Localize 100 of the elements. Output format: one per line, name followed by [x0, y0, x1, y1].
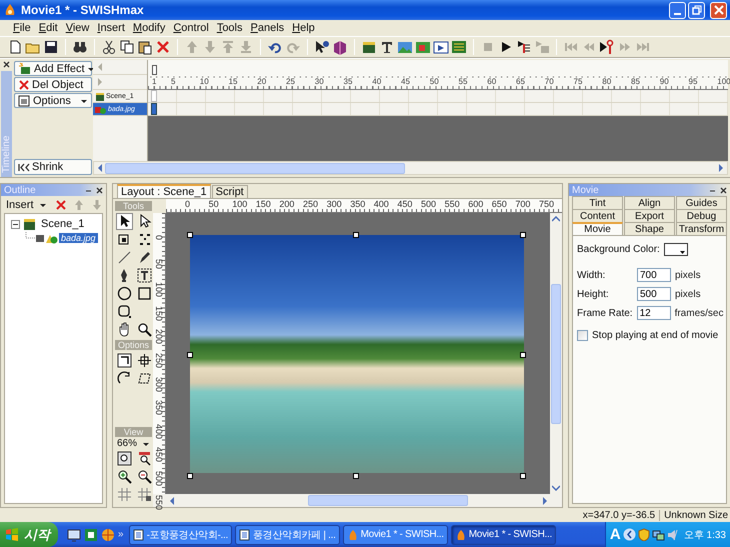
skew-icon[interactable]: [137, 371, 152, 386]
overflow-chevron[interactable]: »: [118, 529, 124, 540]
ruler-label: 650: [492, 200, 507, 209]
pointer-help-icon[interactable]: [314, 39, 330, 55]
taskbar-button[interactable]: 풍경산악회카페 | ...: [234, 524, 340, 544]
selection-handle[interactable]: [520, 473, 526, 479]
menu-item[interactable]: Modify: [128, 22, 170, 34]
scroll-up-icon[interactable]: [552, 216, 560, 222]
shrink-button[interactable]: Shrink: [14, 159, 92, 175]
keyframe-cell[interactable]: [151, 103, 157, 115]
menu-item[interactable]: Help: [288, 22, 319, 34]
taskbar-button[interactable]: Movie1 * - SWISH...: [450, 524, 556, 544]
vertical-scrollbar[interactable]: [550, 213, 562, 494]
keyframe-cell[interactable]: [151, 90, 157, 102]
selection-handle[interactable]: [520, 352, 526, 358]
text-tool-icon[interactable]: [137, 268, 152, 283]
tab[interactable]: Align: [624, 196, 675, 209]
horizontal-scrollbar[interactable]: [93, 161, 728, 175]
tab[interactable]: Script: [212, 185, 248, 198]
play-scene-icon[interactable]: [516, 39, 532, 55]
menu-item[interactable]: Tools: [212, 22, 246, 34]
menu-item[interactable]: View: [62, 22, 94, 34]
scroll-left-icon[interactable]: [97, 164, 103, 172]
tab[interactable]: Transform: [676, 222, 727, 235]
movie-icon[interactable]: [433, 39, 449, 55]
scroll-right-icon[interactable]: [542, 496, 548, 504]
tab[interactable]: Guides: [676, 196, 727, 209]
close-icon[interactable]: [96, 186, 103, 194]
expander-icon[interactable]: [11, 220, 20, 228]
color-swatch-dropdown[interactable]: [664, 242, 688, 256]
close-button[interactable]: [710, 2, 727, 18]
rectangle-icon[interactable]: [137, 286, 152, 301]
menu-item[interactable]: Control: [169, 22, 213, 34]
tab[interactable]: Layout : Scene_1: [117, 184, 211, 198]
rounded-rectangle-icon[interactable]: [117, 304, 132, 319]
tab[interactable]: Shape: [624, 222, 675, 235]
cross-icon[interactable]: [54, 198, 67, 210]
timeline-button[interactable]: Add Effect: [14, 61, 92, 76]
desktop-icon[interactable]: [67, 528, 81, 542]
tab[interactable]: Debug: [676, 209, 727, 222]
input-field[interactable]: 12: [636, 306, 671, 320]
taskbar-button[interactable]: Movie1 * - SWISH...: [342, 524, 448, 544]
ruler-label: 20: [257, 77, 266, 86]
menu-item[interactable]: Panels: [246, 22, 288, 34]
selection-handle[interactable]: [187, 232, 193, 238]
scissors-icon[interactable]: [101, 39, 117, 55]
minimize-button[interactable]: [669, 2, 686, 18]
menu-item[interactable]: File: [9, 22, 35, 34]
restore-icon: [690, 3, 704, 17]
close-icon[interactable]: [720, 186, 727, 194]
zoom-fit-icon[interactable]: [117, 451, 132, 466]
rotate-icon[interactable]: [117, 371, 132, 386]
reshape-icon[interactable]: [137, 232, 152, 247]
binoculars-icon[interactable]: [72, 39, 88, 55]
timeline-button[interactable]: Options: [14, 93, 92, 108]
selection-handle[interactable]: [353, 232, 359, 238]
globe-icon[interactable]: [101, 528, 115, 542]
shape-icon[interactable]: [415, 39, 431, 55]
taskbar-button[interactable]: -포항풍경산악회-...: [128, 524, 232, 544]
restore-button[interactable]: [688, 2, 705, 18]
tab[interactable]: Tint: [572, 196, 623, 209]
timeline-button[interactable]: Del Object: [14, 77, 92, 92]
zoom-in-icon[interactable]: [117, 469, 132, 484]
play-marker-icon[interactable]: [599, 39, 615, 55]
network-icon[interactable]: [652, 528, 665, 541]
menu-item[interactable]: Edit: [34, 22, 62, 34]
caret-icon: [86, 66, 95, 72]
scroll-right-icon[interactable]: [718, 164, 724, 172]
scroll-left-icon[interactable]: [169, 496, 175, 504]
grid-snap-icon[interactable]: [137, 487, 152, 502]
menu-item[interactable]: Insert: [93, 22, 129, 34]
tab[interactable]: Movie: [572, 222, 623, 235]
cross-icon[interactable]: [155, 39, 171, 55]
close-icon[interactable]: [2, 61, 10, 68]
start-button[interactable]: 시작: [0, 522, 58, 547]
move-anchor-icon[interactable]: [137, 353, 152, 368]
ellipse-icon[interactable]: [117, 286, 132, 301]
zoom-out-icon[interactable]: [137, 469, 152, 484]
text-tool-icon[interactable]: [379, 39, 395, 55]
checkbox[interactable]: [577, 330, 588, 340]
pencil-icon[interactable]: [137, 250, 152, 265]
selection-handle[interactable]: [353, 473, 359, 479]
zoom-dropdown[interactable]: 66%: [115, 438, 152, 449]
playhead-marker[interactable]: [152, 65, 157, 75]
insert-button[interactable]: Insert: [4, 198, 49, 210]
selection-handle[interactable]: [520, 232, 526, 238]
selection-handle[interactable]: [187, 352, 193, 358]
tab[interactable]: Content: [572, 209, 623, 222]
zoom-actual-size-icon[interactable]: [137, 451, 152, 466]
line-icon[interactable]: [117, 250, 132, 265]
tree-item[interactable]: bada.jpg: [59, 233, 98, 243]
input-field[interactable]: 700: [637, 268, 671, 282]
scroll-down-icon[interactable]: [552, 485, 560, 491]
tab[interactable]: Export: [624, 209, 675, 222]
copy-icon[interactable]: [119, 39, 135, 55]
input-field[interactable]: 500: [637, 287, 671, 301]
selection-handle[interactable]: [187, 473, 193, 479]
zoom-icon[interactable]: [137, 322, 152, 337]
tree-item[interactable]: Scene_1: [39, 218, 86, 230]
clapper-icon[interactable]: [361, 39, 377, 55]
